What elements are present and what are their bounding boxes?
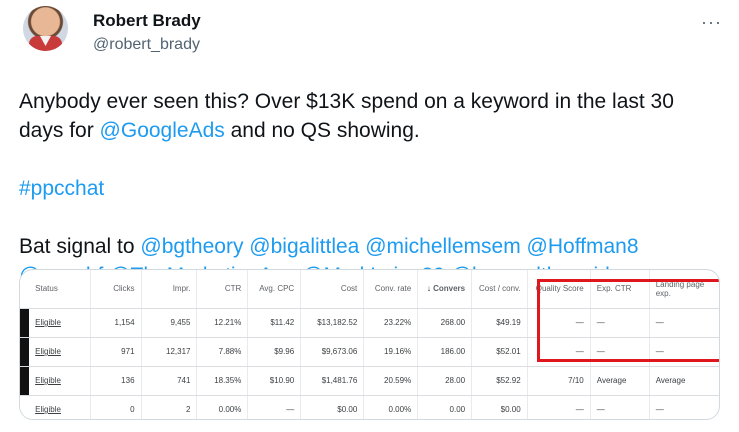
tweet-text-segment: Bat signal to xyxy=(19,235,141,258)
sort-down-icon: ↓ xyxy=(426,284,431,294)
row-indicator-header xyxy=(20,270,30,309)
mention-link[interactable]: @bigalittlea xyxy=(249,235,359,258)
status-cell[interactable]: Eligible xyxy=(35,405,61,414)
table-cell: $13,182.52 xyxy=(300,308,365,338)
table-row: Eligible 136 741 18.35% $10.90 $1,481.76… xyxy=(20,366,719,396)
col-clicks: Clicks xyxy=(90,270,142,309)
table-cell: $52.92 xyxy=(471,366,528,396)
table-cell: 2 xyxy=(141,395,198,419)
tweet-hashtag-line: #ppcchat xyxy=(19,174,719,203)
table-cell: — xyxy=(590,395,650,419)
table-cell: $10.90 xyxy=(247,366,302,396)
col-impr: Impr. xyxy=(141,270,198,309)
table-cell: 136 xyxy=(90,366,142,396)
more-options-icon[interactable]: ··· xyxy=(701,12,722,33)
table-cell: $9.96 xyxy=(247,337,302,367)
table-cell: 971 xyxy=(90,337,142,367)
table-cell: $0.00 xyxy=(471,395,528,419)
table-cell: 12.21% xyxy=(196,308,249,338)
col-cost: Cost xyxy=(300,270,365,309)
col-conversions-label: Convers xyxy=(433,284,466,294)
avatar[interactable] xyxy=(23,6,68,51)
col-avg-cpc: Avg. CPC xyxy=(247,270,302,309)
table-row: Eligible 0 2 0.00% — $0.00 0.00% 0.00 $0… xyxy=(20,395,719,419)
tweet-line-1: Anybody ever seen this? Over $13K spend … xyxy=(19,87,719,145)
highlight-box xyxy=(537,279,719,362)
table-cell: 28.00 xyxy=(417,366,473,396)
row-indicator xyxy=(20,308,30,338)
col-status: Status xyxy=(29,270,91,309)
table-cell: 268.00 xyxy=(417,308,473,338)
status-cell[interactable]: Eligible xyxy=(35,376,61,385)
table-cell: — xyxy=(527,395,591,419)
table-cell: 19.16% xyxy=(363,337,419,367)
table-cell: $52.01 xyxy=(471,337,528,367)
table-cell: $9,673.06 xyxy=(300,337,365,367)
table-cell: 1,154 xyxy=(90,308,142,338)
author-name[interactable]: Robert Brady xyxy=(93,11,201,31)
table-cell: 20.59% xyxy=(363,366,419,396)
table-cell: Average xyxy=(590,366,650,396)
table-cell: 0.00% xyxy=(196,395,249,419)
table-cell: $1,481.76 xyxy=(300,366,365,396)
table-cell: 741 xyxy=(141,366,198,396)
row-indicator xyxy=(20,366,30,396)
mention-link[interactable]: @michellemsem xyxy=(365,235,521,258)
table-cell: $11.42 xyxy=(247,308,302,338)
hashtag-link[interactable]: #ppcchat xyxy=(19,177,104,200)
mention-link[interactable]: @Hoffman8 xyxy=(527,235,639,258)
row-indicator xyxy=(20,337,30,367)
mention-link[interactable]: @bgtheory xyxy=(140,235,243,258)
table-cell: Average xyxy=(649,366,719,396)
col-conv-rate: Conv. rate xyxy=(363,270,419,309)
col-conversions: ↓ Convers xyxy=(417,270,473,309)
table-cell: 9,455 xyxy=(141,308,198,338)
table-cell: $49.19 xyxy=(471,308,528,338)
table-cell: 23.22% xyxy=(363,308,419,338)
status-cell[interactable]: Eligible xyxy=(35,318,61,327)
status-cell[interactable]: Eligible xyxy=(35,347,61,356)
table-cell: 7.88% xyxy=(196,337,249,367)
table-cell: — xyxy=(649,395,719,419)
table-cell: 7/10 xyxy=(527,366,591,396)
tweet-media-screenshot[interactable]: Status Clicks Impr. CTR Avg. CPC Cost Co… xyxy=(19,269,720,420)
table-cell: 12,317 xyxy=(141,337,198,367)
author-handle[interactable]: @robert_brady xyxy=(93,36,200,54)
mention-googleads[interactable]: @GoogleAds xyxy=(100,119,225,142)
col-cost-per-conv: Cost / conv. xyxy=(471,270,528,309)
table-cell: 0.00% xyxy=(363,395,419,419)
table-cell: 0 xyxy=(90,395,142,419)
table-cell: 186.00 xyxy=(417,337,473,367)
table-cell: 18.35% xyxy=(196,366,249,396)
table-cell: — xyxy=(247,395,302,419)
table-cell: 0.00 xyxy=(417,395,473,419)
table-cell: $0.00 xyxy=(300,395,365,419)
col-ctr: CTR xyxy=(196,270,249,309)
row-indicator xyxy=(20,395,30,419)
tweet-text-segment: and no QS showing. xyxy=(224,119,420,142)
